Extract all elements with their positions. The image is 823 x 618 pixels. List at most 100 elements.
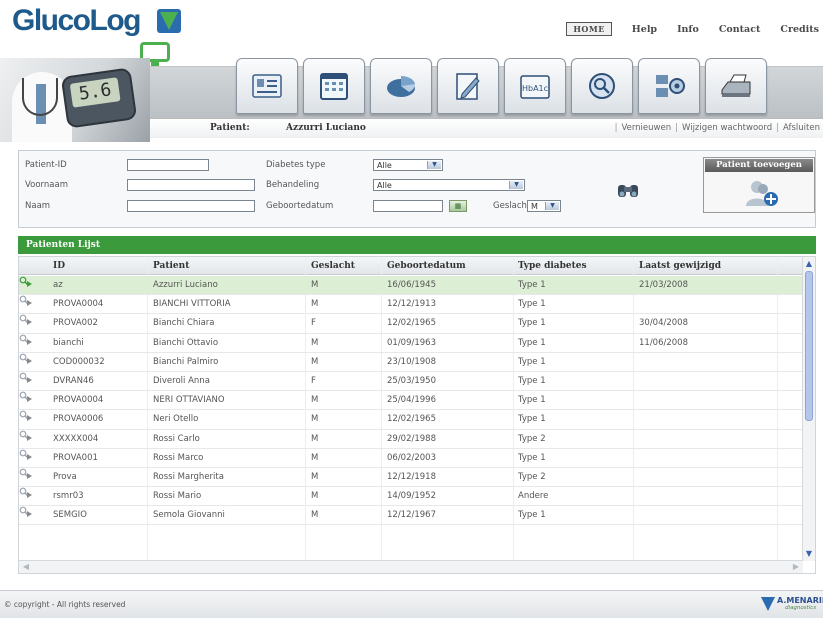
chevron-down-icon: ▼ <box>509 181 523 189</box>
binoculars-search-icon[interactable] <box>616 181 640 199</box>
expand-row-icon[interactable] <box>27 453 32 460</box>
table-row[interactable]: XXXXX004 Rossi Carlo M 29/02/1988 Type 2 <box>19 430 803 449</box>
cell-geboortedatum: 12/02/1965 <box>387 414 436 425</box>
expand-row-icon[interactable] <box>27 357 32 364</box>
expand-row-icon[interactable] <box>27 376 32 383</box>
patient-id-input[interactable] <box>127 159 209 171</box>
behandeling-select[interactable]: Alle ▼ <box>373 179 525 191</box>
table-row[interactable]: SEMGIO Semola Giovanni M 12/12/1967 Type 1 <box>19 506 803 526</box>
behandeling-value: Alle <box>377 181 392 190</box>
table-row[interactable]: rsmr03 Rossi Mario M 14/09/1952 Andere <box>19 487 803 507</box>
expand-row-icon[interactable] <box>27 472 32 479</box>
cell-patient: Semola Giovanni <box>153 510 225 521</box>
cell-patient: NERI OTTAVIANO <box>153 395 225 406</box>
chevron-down-icon: ▼ <box>427 161 441 169</box>
top-navigation: HOME Help Info Contact Credits <box>566 22 819 36</box>
expand-row-icon[interactable] <box>27 511 32 518</box>
cell-id: PROVA0004 <box>53 395 104 406</box>
page-footer: © copyright - All rights reserved A.MENA… <box>0 590 823 618</box>
logout-link[interactable]: Afsluiten <box>782 123 821 133</box>
nav-contact[interactable]: Contact <box>719 24 761 35</box>
tab-print[interactable] <box>705 58 767 114</box>
expand-row-icon[interactable] <box>27 434 32 441</box>
nav-credits[interactable]: Credits <box>780 24 819 35</box>
table-row[interactable]: DVRAN46 Diveroli Anna F 25/03/1950 Type 1 <box>19 372 803 392</box>
table-row[interactable]: PROVA0004 BIANCHI VITTORIA M 12/12/1913 Type… <box>19 295 803 315</box>
naam-input[interactable] <box>127 200 255 212</box>
expand-row-icon[interactable] <box>27 300 32 307</box>
geslacht-select[interactable]: M ▼ <box>527 200 561 212</box>
column-header-geslacht[interactable]: Geslacht <box>311 261 355 271</box>
chevron-down-icon: ▼ <box>545 202 559 210</box>
expand-row-icon[interactable] <box>27 338 32 345</box>
header-banner: 5.6 HbA1c Patient: Azzurri Luciano | Ver… <box>0 58 823 142</box>
cell-patient: Bianchi Ottavio <box>153 337 219 348</box>
expand-row-icon[interactable] <box>27 319 32 326</box>
column-header-laatst-gewijzigd[interactable]: Laatst gewijzigd <box>639 261 721 271</box>
cell-laatst-gewijzigd: 21/03/2008 <box>639 280 688 290</box>
column-header-patient[interactable]: Patient <box>153 261 189 271</box>
tab-notes[interactable] <box>437 58 499 114</box>
cell-geslacht: M <box>311 433 319 444</box>
expand-row-icon[interactable] <box>27 281 32 287</box>
doctor-illustration: 5.6 <box>0 58 150 142</box>
scroll-left-icon[interactable]: ◀ <box>20 561 32 573</box>
module-toolbar: HbA1c <box>236 58 767 114</box>
expand-row-icon[interactable] <box>27 492 32 499</box>
tab-hba1c[interactable]: HbA1c <box>504 58 566 114</box>
table-row[interactable]: PROVA002 Bianchi Chiara F 12/02/1965 Type 1 3… <box>19 314 803 334</box>
date-picker-icon[interactable]: ▦ <box>449 200 467 212</box>
table-row[interactable]: PROVA0006 Neri Otello M 12/02/1965 Type 1 <box>19 410 803 430</box>
table-row[interactable]: COD000032 Bianchi Palmiro M 23/10/1908 Type … <box>19 353 803 372</box>
scroll-right-icon[interactable]: ▶ <box>790 561 802 573</box>
column-header-geboortedatum[interactable]: Geboortedatum <box>387 261 466 271</box>
nav-help[interactable]: Help <box>632 24 657 35</box>
hba1c-label: HbA1c <box>522 84 548 93</box>
cell-patient: Diveroli Anna <box>153 375 210 386</box>
tab-network-settings[interactable] <box>638 58 700 114</box>
cell-type-diabetes: Type 1 <box>518 356 546 367</box>
diabetes-type-select[interactable]: Alle ▼ <box>373 159 443 171</box>
refresh-link[interactable]: Vernieuwen <box>620 123 672 133</box>
cell-id: PROVA0006 <box>53 414 104 425</box>
add-patient-button[interactable]: Patient toevoegen <box>703 157 815 213</box>
cell-geslacht: F <box>311 318 316 329</box>
expand-row-icon[interactable] <box>27 396 32 403</box>
table-row[interactable]: PROVA001 Rossi Marco M 06/02/2003 Type 1 <box>19 449 803 468</box>
app-header: GlucoLog HOME Help Info Contact Credits … <box>0 0 823 142</box>
scroll-thumb[interactable] <box>805 271 813 421</box>
voornaam-input[interactable] <box>127 179 255 191</box>
table-row[interactable]: az Azzurri Luciano M 16/06/1945 Type 1 21/03/… <box>19 276 803 296</box>
change-password-link[interactable]: Wijzigen wachtwoord <box>681 123 773 133</box>
glucolog-logo: GlucoLog <box>12 4 141 37</box>
nav-info[interactable]: Info <box>677 24 699 35</box>
tab-calendar[interactable] <box>303 58 365 114</box>
cell-geslacht: M <box>311 452 319 463</box>
table-row[interactable]: bianchi Bianchi Ottavio M 01/09/1963 Type 1 1… <box>19 334 803 353</box>
pie-chart-icon <box>387 75 416 97</box>
cell-type-diabetes: Type 2 <box>518 433 546 444</box>
cell-patient: BIANCHI VITTORIA <box>153 299 231 310</box>
tab-statistics[interactable] <box>370 58 432 114</box>
table-row[interactable]: PROVA0004 NERI OTTAVIANO M 25/04/1996 Type 1 <box>19 391 803 411</box>
cell-geboortedatum: 14/09/1952 <box>387 491 436 502</box>
geboortedatum-input[interactable] <box>373 200 443 212</box>
tab-search-settings[interactable] <box>571 58 633 114</box>
cell-geslacht: F <box>311 375 316 386</box>
table-row[interactable]: Prova Rossi Margherita M 12/12/1918 Type 2 <box>19 468 803 488</box>
current-patient-name: Azzurri Luciano <box>286 123 366 133</box>
behandeling-label: Behandeling <box>266 180 320 190</box>
scroll-down-icon[interactable]: ▼ <box>803 548 815 560</box>
tab-patient-card[interactable] <box>236 58 298 114</box>
column-header-id[interactable]: ID <box>53 261 65 271</box>
cell-geboortedatum: 01/09/1963 <box>387 337 436 348</box>
hba1c-icon: HbA1c <box>520 75 550 99</box>
vertical-scrollbar[interactable]: ▲ ▼ <box>802 257 815 561</box>
nav-home[interactable]: HOME <box>566 22 612 36</box>
cell-geslacht: M <box>311 280 319 290</box>
scroll-up-icon[interactable]: ▲ <box>803 258 815 270</box>
expand-row-icon[interactable] <box>27 415 32 422</box>
column-header-type-diabetes[interactable]: Type diabetes <box>518 261 587 271</box>
cell-patient: Neri Otello <box>153 414 199 425</box>
horizontal-scrollbar[interactable]: ◀ ▶ <box>19 560 803 573</box>
